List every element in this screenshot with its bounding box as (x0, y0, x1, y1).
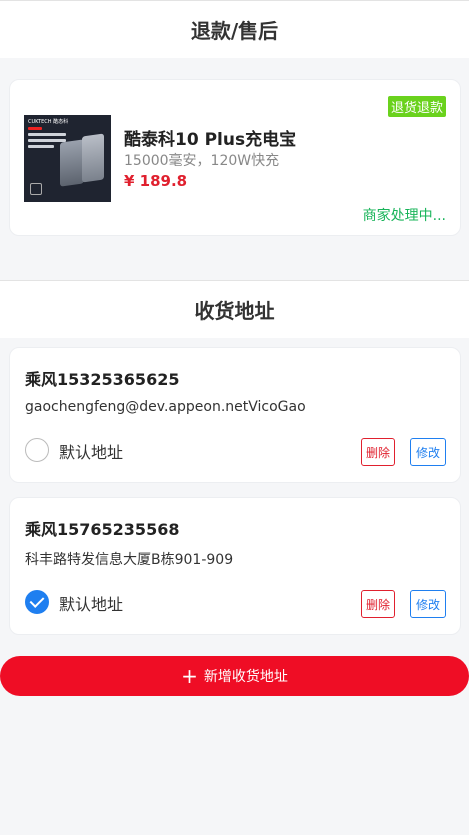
address-header: 收货地址 (0, 280, 469, 338)
address-card[interactable]: 乘风15325365625 gaochengfeng@dev.appeon.ne… (9, 347, 461, 483)
plus-icon: + (181, 664, 198, 688)
edit-address-button[interactable]: 修改 (410, 590, 446, 618)
default-address-radio-checked[interactable] (25, 590, 49, 614)
product-subtitle: 15000毫安，120W快充 (124, 153, 280, 169)
default-address-label[interactable]: 默认地址 (59, 439, 123, 463)
address-name-phone: 乘风15765235568 (25, 520, 180, 539)
refund-status: 商家处理中... (362, 208, 446, 224)
add-address-button[interactable]: + 新增收货地址 (0, 656, 469, 696)
address-name-phone: 乘风15325365625 (25, 370, 180, 389)
page-title: 退款/售后 (190, 19, 279, 43)
product-thumbnail-brand: CUKTECH 酷态科 (28, 119, 69, 125)
default-address-radio[interactable] (25, 438, 49, 462)
address-card[interactable]: 乘风15765235568 科丰路特发信息大厦B栋901-909 默认地址 删除… (9, 497, 461, 635)
product-title: 酷泰科10 Plus充电宝 (124, 130, 297, 150)
address-detail: 科丰路特发信息大厦B栋901-909 (25, 552, 234, 568)
refund-type-badge: 退货退款 (387, 96, 446, 117)
delete-address-button[interactable]: 删除 (361, 590, 395, 618)
add-address-label: 新增收货地址 (203, 669, 288, 685)
product-thumbnail[interactable]: CUKTECH 酷态科 (24, 115, 111, 202)
address-section-title: 收货地址 (194, 299, 275, 323)
default-address-label[interactable]: 默认地址 (59, 591, 123, 615)
edit-address-button[interactable]: 修改 (410, 438, 446, 466)
refund-order-card[interactable]: CUKTECH 酷态科 退货退款 酷泰科10 Plus充电宝 15000毫安，1… (9, 79, 461, 236)
address-detail: gaochengfeng@dev.appeon.netVicoGao (25, 399, 306, 415)
refund-header: 退款/售后 (0, 0, 469, 58)
product-price: ¥ 189.8 (124, 172, 188, 190)
delete-address-button[interactable]: 删除 (361, 438, 395, 466)
